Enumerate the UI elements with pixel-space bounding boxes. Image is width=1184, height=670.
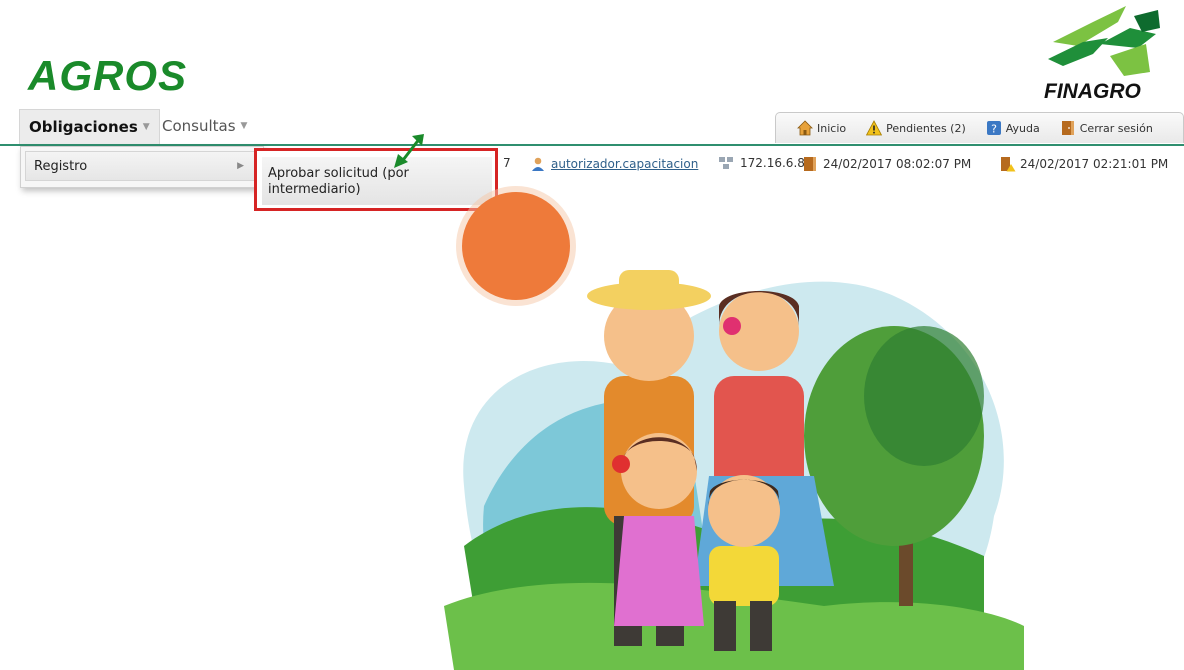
registro-label: Registro [34, 158, 88, 174]
menu-obligaciones[interactable]: Obligaciones ▼ [19, 109, 160, 144]
login-door-icon [804, 157, 816, 171]
aprobar-label-line1: Aprobar solicitud (por [268, 166, 409, 181]
login-time-value: 24/02/2017 08:02:07 PM [823, 157, 972, 171]
agros-logo: AGROS [28, 52, 188, 99]
finagro-logo-text: FINAGRO [1044, 80, 1141, 103]
door-warning-icon [1001, 157, 1016, 172]
cerrar-sesion-button[interactable]: Cerrar sesión [1060, 120, 1153, 136]
menu-obligaciones-label: Obligaciones [29, 118, 138, 136]
chevron-right-icon: ▶ [237, 161, 244, 171]
chevron-down-icon: ▼ [142, 122, 150, 132]
cerrar-sesion-label: Cerrar sesión [1079, 121, 1153, 135]
menu-consultas[interactable]: Consultas ▼ [153, 109, 256, 143]
last-access-value: 24/02/2017 02:21:01 PM [1020, 157, 1169, 171]
help-icon: ? [986, 121, 1001, 136]
pendientes-button[interactable]: Pendientes (2) [866, 120, 966, 136]
status-last-access: 24/02/2017 02:21:01 PM [1000, 156, 1168, 172]
status-partial-value: 7 [503, 156, 511, 170]
status-ip: 172.16.6.86 [718, 156, 813, 170]
top-toolbar: Inicio Pendientes (2) ? Ayuda Cerrar ses… [775, 112, 1184, 143]
ip-value: 172.16.6.86 [740, 156, 813, 170]
finagro-leaf-icon [1048, 6, 1160, 76]
menu-item-registro[interactable]: Registro ▶ [25, 151, 257, 181]
status-user: autorizador.capacitacion [530, 156, 698, 172]
user-icon [532, 157, 544, 171]
status-login-time: 24/02/2017 08:02:07 PM [803, 156, 971, 172]
ayuda-label: Ayuda [1005, 121, 1040, 135]
status-partial-text: 7 [503, 156, 511, 170]
menu-consultas-label: Consultas [162, 117, 236, 135]
user-link[interactable]: autorizador.capacitacion [551, 157, 698, 171]
home-icon [797, 120, 813, 136]
svg-text:?: ? [991, 123, 997, 136]
pendientes-label: Pendientes (2) [886, 121, 966, 135]
annotation-arrow-icon [394, 134, 424, 168]
logout-door-icon [1061, 121, 1074, 135]
network-icon [719, 157, 733, 169]
obligaciones-dropdown: Registro ▶ [20, 146, 264, 188]
finagro-logo: FINAGRO [1038, 4, 1168, 104]
chevron-down-icon: ▼ [240, 121, 248, 131]
ayuda-button[interactable]: ? Ayuda [986, 120, 1040, 136]
inicio-label: Inicio [817, 121, 847, 135]
inicio-button[interactable]: Inicio [797, 120, 846, 136]
family-illustration [444, 186, 1024, 670]
warning-icon [866, 120, 883, 136]
